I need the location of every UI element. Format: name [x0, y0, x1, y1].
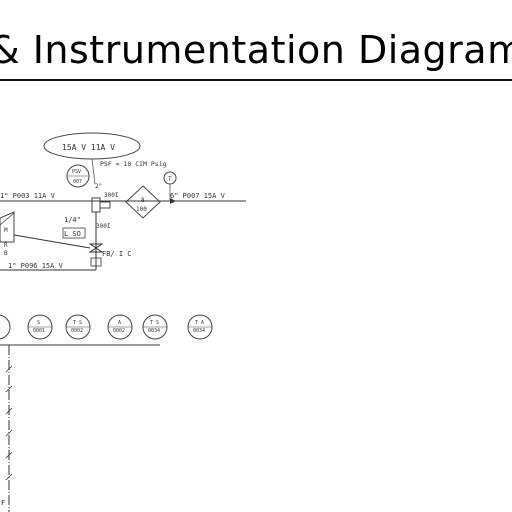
- top-callout-text: 15A V 11A V: [62, 143, 115, 152]
- psv-bubble-num: 007: [73, 179, 82, 185]
- instrument-tag-2: T S: [73, 320, 82, 326]
- valve-tag-bottom: 300I: [96, 223, 111, 230]
- instrument-tag-4: T S: [150, 320, 159, 326]
- valve-actuator: [99, 201, 111, 209]
- t-bubble-tag: T: [168, 176, 172, 183]
- line-bottom: 1" P096 15A V: [8, 262, 64, 270]
- instrument-row: S 0001 T S 0002 A 0002 T S 0034 T A 0034: [0, 314, 213, 340]
- instrument-tag-1: S: [37, 320, 40, 326]
- instrument-num-4: 0034: [148, 328, 160, 334]
- label-2in: 2": [95, 183, 102, 190]
- instrument-num-3: 0002: [113, 328, 125, 334]
- left-box-b: B: [4, 250, 8, 257]
- label-ls: L SO: [64, 230, 81, 238]
- instrument-num-1: 0001: [33, 328, 45, 334]
- callout-leader: [91, 158, 96, 185]
- vertical-marker: F: [1, 499, 5, 507]
- diamond-bottom: 100: [136, 206, 147, 213]
- instrument-tag-3: A: [118, 320, 121, 326]
- label-quarter: 1/4": [64, 216, 81, 224]
- instrument-bubble-0: [0, 314, 11, 340]
- instrument-num-5: 0034: [193, 328, 205, 334]
- pid-diagram: 15A V 11A V PSV 007 PSF = 10 CIM Psig T …: [0, 132, 246, 512]
- valve-tag-top: 300I: [104, 192, 119, 199]
- valve-body: [91, 197, 101, 213]
- instrument-tag-5: T A: [195, 320, 204, 326]
- left-box-r: R: [4, 242, 8, 249]
- line-right: 6" P007 15A V: [170, 192, 226, 200]
- psv-bubble-tag: PSV: [72, 169, 81, 175]
- left-box-m: M: [4, 227, 8, 234]
- psi-note: PSF = 10 CIM Psig: [100, 160, 167, 168]
- line-left-top: 1" P003 11A V: [0, 192, 56, 200]
- instrument-num-2: 0002: [71, 328, 83, 334]
- fb-fc-label: FB/ I C: [102, 250, 132, 258]
